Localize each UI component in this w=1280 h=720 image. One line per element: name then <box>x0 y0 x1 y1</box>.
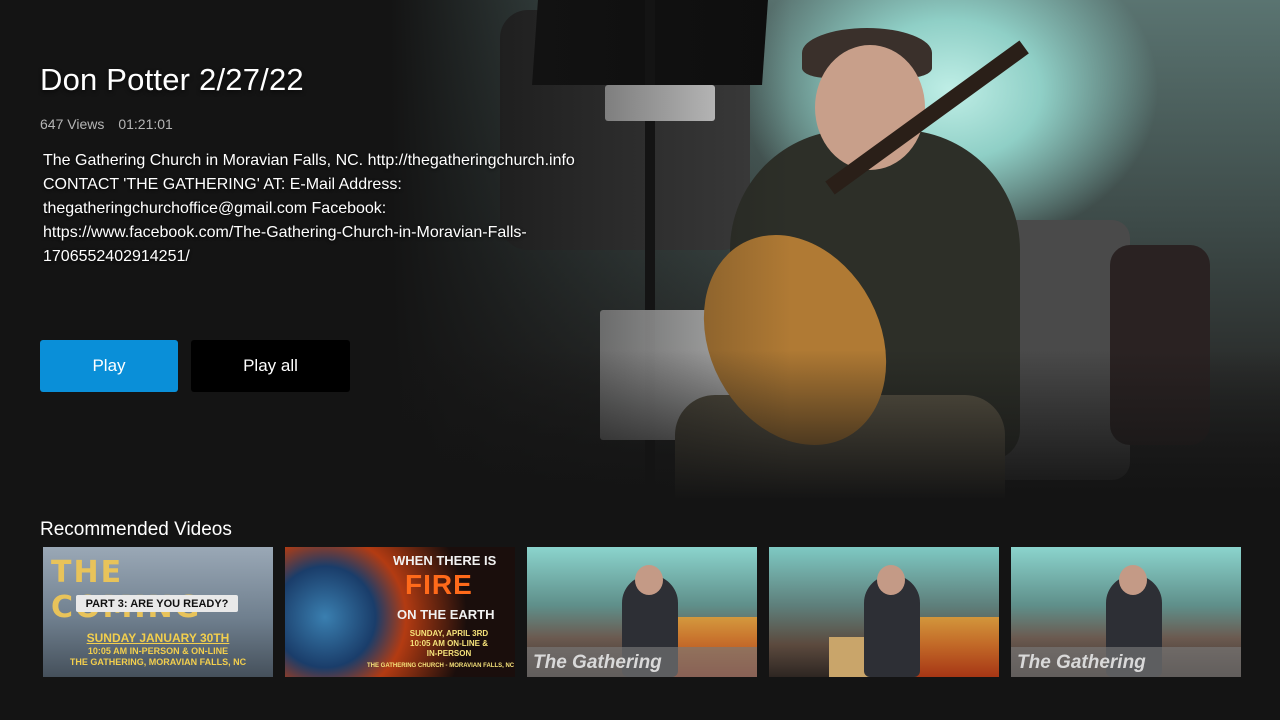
play-all-button[interactable]: Play all <box>191 340 350 392</box>
thumbnail-time: 10:05 AM IN-PERSON & ON-LINE <box>87 646 229 656</box>
thumbnail-subtitle: PART 3: ARE YOU READY? <box>76 595 238 612</box>
thumbnail-headline: THE COMING <box>51 555 199 625</box>
thumbnail-place: THE GATHERING, MORAVIAN FALLS, NC <box>69 657 247 667</box>
thumbnail-caption: The Gathering <box>1017 652 1146 673</box>
video-title: Don Potter 2/27/22 <box>40 62 304 97</box>
thumbnail-footer: THE GATHERING CHURCH - MORAVIAN FALLS, N… <box>367 663 515 669</box>
recommended-heading: Recommended Videos <box>40 519 232 540</box>
thumbnail-line-3: ON THE EARTH <box>397 607 495 622</box>
thumbnail-line-2: FIRE <box>405 569 473 600</box>
recommended-video-thumbnail[interactable]: The Gathering <box>1011 547 1241 677</box>
video-meta: 647 Views 01:21:01 <box>40 116 173 132</box>
thumbnail-date: SUNDAY JANUARY 30TH <box>86 631 230 645</box>
play-button[interactable]: Play <box>40 340 178 392</box>
recommended-video-thumbnail[interactable]: The Gathering <box>527 547 757 677</box>
recommended-video-thumbnail[interactable]: THE COMING PART 3: ARE YOU READY? SUNDAY… <box>43 547 273 677</box>
thumbnail-line-1: WHEN THERE IS <box>393 553 497 568</box>
video-duration: 01:21:01 <box>118 116 173 132</box>
thumbnail-caption: The Gathering <box>533 652 662 673</box>
recommended-row: THE COMING PART 3: ARE YOU READY? SUNDAY… <box>43 547 1241 677</box>
recommended-video-thumbnail[interactable]: WHEN THERE IS FIRE ON THE EARTH SUNDAY, … <box>285 547 515 677</box>
view-count: 647 Views <box>40 116 105 132</box>
video-description: The Gathering Church in Moravian Falls, … <box>43 152 575 265</box>
recommended-video-thumbnail[interactable] <box>769 547 999 677</box>
thumbnail-details: SUNDAY, APRIL 3RD 10:05 AM ON-LINE & IN-… <box>409 629 489 658</box>
